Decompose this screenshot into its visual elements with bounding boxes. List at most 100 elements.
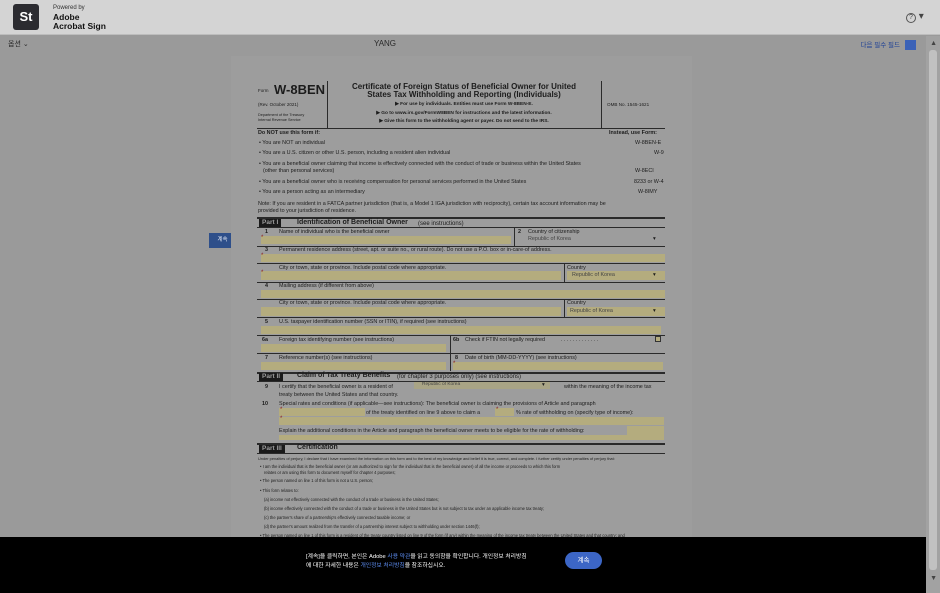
line3-label: Permanent residence address (street, apt… bbox=[279, 247, 552, 253]
scroll-up-arrow-icon[interactable]: ▲ bbox=[930, 40, 937, 47]
next-required-field-button[interactable] bbox=[905, 40, 916, 50]
document-page: Form W-8BEN (Rev. October 2021) Departme… bbox=[231, 56, 692, 593]
reference-number-field[interactable] bbox=[261, 362, 446, 370]
part1-label: Part I bbox=[259, 219, 282, 227]
omb-number: OMB No. 1545-1621 bbox=[607, 102, 650, 107]
bullet-form: W-8IMY bbox=[638, 189, 658, 195]
bullet-form: W-9 bbox=[654, 150, 664, 156]
certification-item: (c) the partner's share of a partnership… bbox=[264, 515, 411, 520]
line4-city-label: City or town, state or province. Include… bbox=[279, 300, 447, 306]
treaty-article-field[interactable] bbox=[279, 408, 365, 416]
divider bbox=[257, 263, 665, 264]
required-marker: * bbox=[261, 235, 264, 241]
privacy-policy-link[interactable]: 개인정보 처리방침 bbox=[360, 563, 404, 569]
next-required-field-label[interactable]: 다음 필수 필드 bbox=[861, 39, 901, 49]
divider bbox=[564, 299, 565, 318]
instruction-line2: ▶ Go to www.irs.gov/FormW8BEN for instru… bbox=[376, 111, 552, 116]
line1-label: Name of individual who is the beneficial… bbox=[279, 229, 390, 235]
consent-text: [계속]을 클릭하면, 본인은 Adobe 사용 약관을 읽고 동의함을 확인합… bbox=[306, 554, 527, 569]
bullet-form: 8233 or W-4 bbox=[634, 179, 664, 185]
required-marker: * bbox=[261, 270, 264, 276]
divider bbox=[257, 353, 665, 354]
continue-button[interactable]: 계속 bbox=[565, 552, 602, 569]
form-revision: (Rev. October 2021) bbox=[258, 102, 299, 107]
line4-label: Mailing address (if different from above… bbox=[279, 283, 374, 289]
instruction-line3: ▶ Give this form to the withholding agen… bbox=[379, 119, 549, 124]
instead-use-heading: Instead, use Form: bbox=[609, 130, 657, 136]
bullet-item: • You are a beneficial owner claiming th… bbox=[259, 161, 581, 167]
foreign-tin-field[interactable] bbox=[261, 344, 446, 352]
help-button[interactable]: ? ▾ bbox=[906, 11, 926, 25]
chevron-down-icon: ▾ bbox=[542, 382, 545, 388]
line10-middle: of the treaty identified on line 9 above… bbox=[366, 410, 481, 416]
divider bbox=[514, 227, 515, 246]
chevron-down-icon: ▾ bbox=[653, 272, 656, 278]
terms-of-use-link[interactable]: 사용 약관 bbox=[387, 554, 410, 560]
certification-item: • The person named on line 1 of this for… bbox=[260, 478, 374, 483]
citizenship-dropdown[interactable]: Republic of Korea bbox=[528, 236, 571, 242]
department-line1: Department of the Treasury bbox=[258, 113, 305, 117]
line6a-label: Foreign tax identifying number (see inst… bbox=[279, 337, 395, 343]
bullet-item: • You are NOT an individual bbox=[259, 140, 325, 146]
mailing-country-value: Republic of Korea bbox=[570, 308, 613, 314]
bullet-item: • You are a U.S. citizen or other U.S. p… bbox=[259, 150, 451, 156]
conditions-field-continued[interactable] bbox=[279, 435, 664, 440]
part3-title: Certification bbox=[297, 444, 338, 451]
bullet-item: • You are a person acting as an intermed… bbox=[259, 189, 365, 195]
name-field[interactable] bbox=[261, 236, 511, 244]
app-header: St Powered by Adobe Acrobat Sign ? ▾ bbox=[0, 0, 940, 35]
line2-label: Country of citizenship bbox=[528, 229, 580, 235]
divider bbox=[257, 128, 665, 129]
required-marker: * bbox=[453, 361, 456, 367]
treaty-country-value: Republic of Korea bbox=[422, 382, 461, 387]
line9-treaty: treaty between the United States and tha… bbox=[279, 392, 399, 398]
divider bbox=[450, 353, 451, 371]
line10-explain: Explain the additional conditions in the… bbox=[279, 428, 585, 434]
department-line2: Internal Revenue Service bbox=[258, 118, 301, 122]
fatca-note-line1: Note: If you are resident in a FATCA par… bbox=[258, 201, 606, 207]
mailing-city-field[interactable] bbox=[261, 307, 561, 316]
divider bbox=[601, 81, 602, 128]
certification-item: (d) the partner's amount realized from t… bbox=[264, 524, 480, 529]
help-icon: ? bbox=[906, 13, 916, 23]
country2-label: Country bbox=[567, 300, 586, 306]
document-name: YANG bbox=[373, 39, 397, 48]
powered-by-label: Powered by bbox=[53, 5, 85, 11]
instruction-line1: ▶ For use by individuals. Entities must … bbox=[395, 102, 533, 107]
line6b-label: Check if FTIN not legally required bbox=[465, 337, 545, 343]
certification-intro: Under penalties of perjury, I declare th… bbox=[258, 456, 615, 461]
form-title-line2: States Tax Withholding and Reporting (In… bbox=[367, 90, 561, 99]
brand-name-line2: Acrobat Sign bbox=[53, 21, 106, 31]
line8-label: Date of birth (MM-DD-YYYY) (see instruct… bbox=[465, 355, 577, 361]
conditions-field[interactable] bbox=[627, 426, 664, 435]
ftin-not-required-checkbox[interactable] bbox=[655, 336, 661, 342]
form-number: W-8BEN bbox=[274, 82, 326, 97]
scrollbar-thumb[interactable] bbox=[929, 50, 937, 570]
bullet-item: (other than personal services) bbox=[263, 168, 335, 174]
part2-title: Claim of Tax Treaty Benefits bbox=[297, 372, 391, 379]
mailing-address-field[interactable] bbox=[261, 290, 665, 298]
form-label: Form bbox=[258, 88, 269, 93]
residence-address-field[interactable] bbox=[261, 254, 665, 262]
required-marker: * bbox=[496, 407, 499, 413]
adobe-sign-logo: St bbox=[13, 4, 39, 30]
chevron-down-icon: ▾ bbox=[653, 308, 656, 314]
scroll-down-arrow-icon[interactable]: ▼ bbox=[930, 575, 937, 582]
part1-title: Identification of Beneficial Owner bbox=[297, 219, 408, 226]
bullet-item: • You are a beneficial owner who is rece… bbox=[259, 179, 527, 185]
divider bbox=[327, 81, 328, 128]
required-marker: * bbox=[280, 416, 283, 422]
chevron-down-icon: ▾ bbox=[653, 236, 656, 242]
residence-city-field[interactable] bbox=[261, 271, 561, 280]
us-tin-field[interactable] bbox=[261, 326, 661, 334]
divider bbox=[257, 335, 665, 336]
do-not-use-heading: Do NOT use this form if: bbox=[258, 130, 320, 136]
date-of-birth-field[interactable] bbox=[453, 362, 663, 370]
bullet-form: W-8BEN-E bbox=[635, 140, 662, 146]
residence-country-value: Republic of Korea bbox=[572, 272, 615, 278]
divider bbox=[257, 227, 665, 228]
part2-suffix: (for chapter 3 purposes only) (see instr… bbox=[397, 374, 522, 380]
income-type-field[interactable] bbox=[279, 417, 664, 425]
part2-label: Part II bbox=[259, 373, 284, 381]
fatca-note-line2: provided to your jurisdiction of residen… bbox=[258, 208, 356, 214]
